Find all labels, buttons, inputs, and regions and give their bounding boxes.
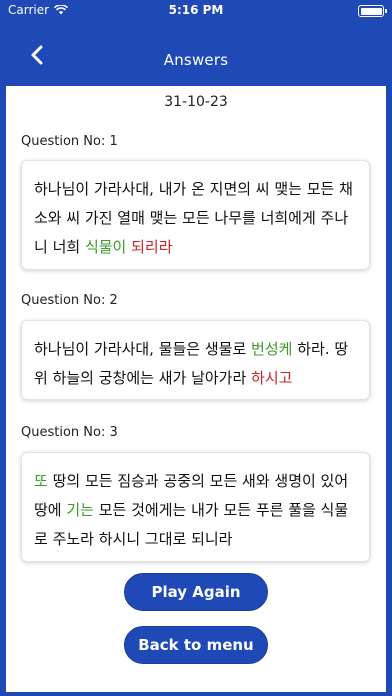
- correct-word: 식물이: [84, 238, 127, 256]
- answer-card-3: 또 땅의 모든 짐승과 공중의 모든 새와 생명이 있어 땅에 기는 모든 것에…: [21, 452, 370, 562]
- back-to-menu-button[interactable]: Back to menu: [124, 626, 268, 664]
- text-segment: 하나님이 가라사대, 물들은 생물로: [34, 340, 252, 358]
- answer-card-2: 하나님이 가라사대, 물들은 생물로 번성케 하라. 땅위 하늘의 궁창에는 새…: [21, 320, 370, 400]
- page-title: Answers: [163, 51, 229, 69]
- bottom-action-area: Play Again Back to menu: [6, 568, 386, 692]
- question-label-3: Question No: 3: [21, 425, 118, 440]
- status-time: 5:16 PM: [168, 3, 224, 17]
- answer-card-1: 하나님이 가라사대, 내가 온 지면의 씨 맺는 모든 채소와 씨 가진 열매 …: [21, 160, 370, 270]
- navigation-bar: Answers: [0, 22, 392, 86]
- quiz-date: 31-10-23: [164, 94, 228, 110]
- status-bar: Carrier 5:16 PM: [0, 0, 392, 22]
- text-segment: 하나님이 가라사대, 내가 온 지면의 씨 맺는 모든 채소와 씨 가진 열매 …: [34, 180, 353, 256]
- question-label-1: Question No: 1: [21, 134, 118, 149]
- correct-word: 번성케: [251, 340, 293, 358]
- correct-word: 기는: [66, 501, 94, 519]
- answer-text: 하나님이 가라사대, 내가 온 지면의 씨 맺는 모든 채소와 씨 가진 열매 …: [34, 180, 353, 256]
- play-again-button[interactable]: Play Again: [124, 573, 268, 611]
- wrong-word: 되리라: [131, 238, 173, 256]
- battery-icon: [358, 5, 387, 17]
- wrong-word: 하시고: [251, 369, 293, 387]
- answer-text: 하나님이 가라사대, 물들은 생물로 번성케 하라. 땅위 하늘의 궁창에는 새…: [34, 340, 348, 387]
- answer-text: 또 땅의 모든 짐승과 공중의 모든 새와 생명이 있어 땅에 기는 모든 것에…: [34, 472, 348, 548]
- question-label-2: Question No: 2: [21, 293, 118, 308]
- answers-panel[interactable]: 31-10-23 Question No: 1 하나님이 가라사대, 내가 온 …: [6, 86, 386, 568]
- correct-word: 또: [34, 472, 48, 490]
